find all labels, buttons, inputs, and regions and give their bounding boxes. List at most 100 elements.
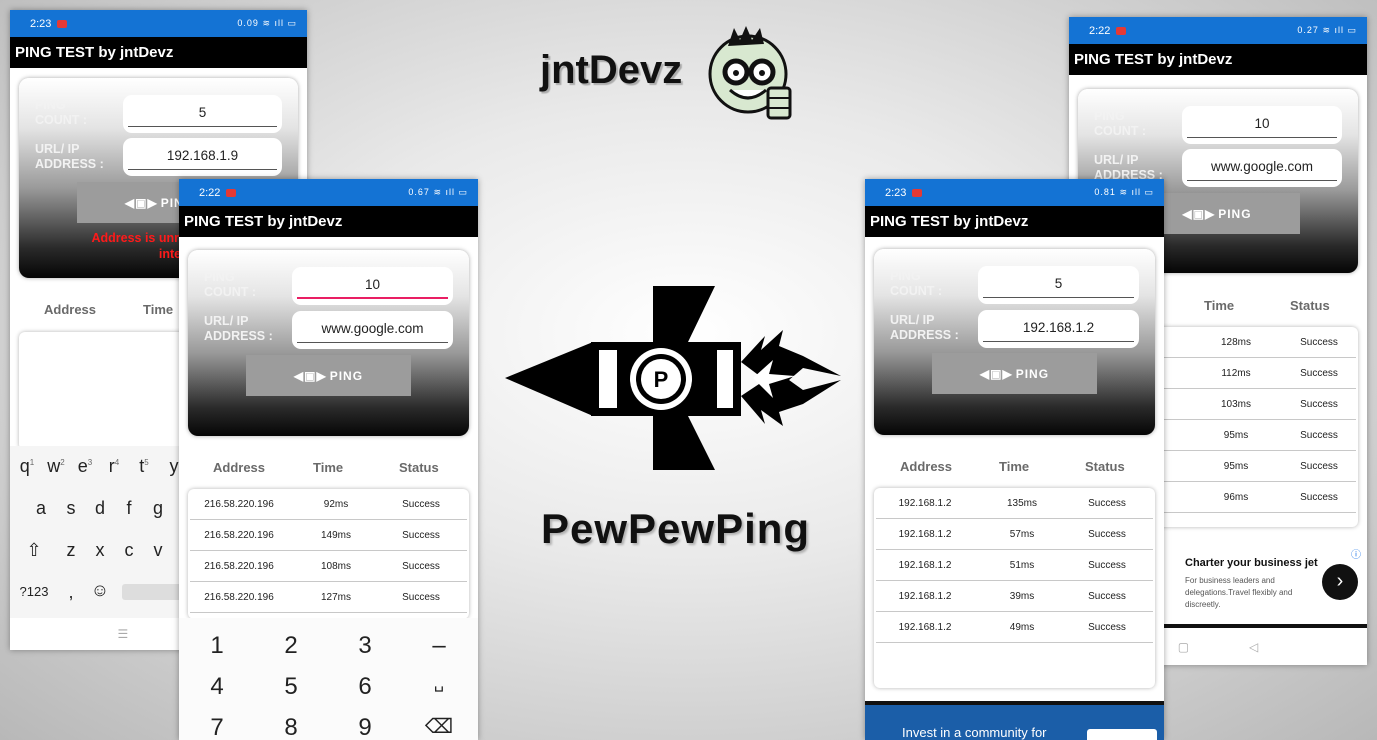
app-bar-title: PING TEST by jntDevz xyxy=(865,206,1164,237)
table-row: 192.168.1.2 57ms Success xyxy=(876,519,1153,550)
key-3[interactable]: 3 xyxy=(358,632,371,660)
status-bar: 2:23 0.09 ≋ ıll ▭ xyxy=(10,10,307,37)
phone-screenshot-2: 2:22 0.67 ≋ ıll ▭ PING TEST by jntDevz P… xyxy=(179,179,478,740)
key-4[interactable]: 4 xyxy=(210,673,223,701)
record-icon xyxy=(226,188,237,197)
column-header-time: Time xyxy=(999,459,1030,474)
column-header-address: Address xyxy=(213,460,266,475)
table-row: 216.58.220.196 149ms Success xyxy=(190,520,467,551)
column-header-status: Status xyxy=(399,460,439,475)
key-5[interactable]: 5 xyxy=(284,673,297,701)
ping-button[interactable]: ◀▣▶ PING xyxy=(932,353,1097,394)
emoji-key-icon[interactable]: ☺ xyxy=(91,580,109,601)
rocket-icon: ◀▣▶ xyxy=(979,366,1013,381)
shift-key-icon[interactable]: ⇧ xyxy=(26,540,41,561)
url-input[interactable]: www.google.com xyxy=(1182,149,1342,187)
key-9[interactable]: 9 xyxy=(358,714,371,740)
clock: 2:22 xyxy=(199,186,221,199)
status-bar: 2:22 0.67 ≋ ıll ▭ xyxy=(179,179,478,206)
key-7[interactable]: 7 xyxy=(210,714,223,740)
url-label: URL/ IP ADDRESS : xyxy=(35,142,104,171)
ad-info-icon[interactable]: ⓘ xyxy=(1351,546,1361,561)
column-header-status: Status xyxy=(1085,459,1125,474)
ping-count-label: PING COUNT : xyxy=(1094,109,1147,138)
ping-count-label: PING COUNT : xyxy=(35,98,88,127)
ad-body: For business leaders and delegations.Tra… xyxy=(1185,576,1293,609)
ad-banner[interactable]: Invest in a community for xyxy=(865,701,1164,740)
ping-count-input[interactable]: 5 xyxy=(978,266,1139,304)
record-icon xyxy=(912,188,923,197)
key-z[interactable]: z xyxy=(67,540,76,561)
key-a[interactable]: a xyxy=(36,498,46,519)
key-r[interactable]: r4 xyxy=(109,456,119,477)
rocket-icon: ◀▣▶ xyxy=(293,368,327,383)
record-icon xyxy=(1116,26,1127,35)
space-bar[interactable] xyxy=(122,584,182,600)
status-icons: 0.81 ≋ ıll ▭ xyxy=(1094,187,1154,197)
home-icon[interactable]: ▢ xyxy=(1178,640,1189,654)
url-label: URL/ IP ADDRESS : xyxy=(204,314,273,343)
table-row: 216.58.220.196 127ms Success xyxy=(190,582,467,613)
key-c[interactable]: c xyxy=(125,540,134,561)
ping-count-input[interactable]: 10 xyxy=(1182,106,1342,144)
key-x[interactable]: x xyxy=(96,540,105,561)
ping-count-input[interactable]: 10 xyxy=(292,267,453,305)
ping-form-card: PING COUNT : 10 URL/ IP ADDRESS : www.goog… xyxy=(188,250,469,436)
key-f[interactable]: f xyxy=(126,498,131,519)
record-icon xyxy=(57,19,68,28)
nerd-mascot-icon xyxy=(708,26,792,120)
table-row: 192.168.1.2 39ms Success xyxy=(876,581,1153,612)
ping-count-label: PING COUNT : xyxy=(890,269,943,298)
numeric-keypad[interactable]: 1 2 3 – 4 5 6 ␣ 7 8 9 ⌫ xyxy=(179,618,478,740)
key-6[interactable]: 6 xyxy=(358,673,371,701)
key-e[interactable]: e3 xyxy=(78,456,92,477)
key-d[interactable]: d xyxy=(95,498,105,519)
ping-form-card: PING COUNT : 5 URL/ IP ADDRESS : 192.168.1… xyxy=(874,249,1155,435)
app-bar-title: PING TEST by jntDevz xyxy=(10,37,307,68)
key-y[interactable]: y xyxy=(170,456,179,477)
column-header-address: Address xyxy=(900,459,953,474)
key-8[interactable]: 8 xyxy=(284,714,297,740)
results-table: 216.58.220.196 92ms Success 216.58.220.196… xyxy=(188,489,469,619)
key-g[interactable]: g xyxy=(153,498,163,519)
comma-key[interactable]: , xyxy=(68,582,73,603)
table-row: 216.58.220.196 108ms Success xyxy=(190,551,467,582)
rocket-icon: ◀▣▶ xyxy=(1182,206,1216,221)
status-icons: 0.67 ≋ ıll ▭ xyxy=(408,187,468,197)
space-key-icon[interactable]: ␣ xyxy=(434,673,444,693)
back-icon[interactable]: ◁ xyxy=(1249,640,1258,654)
ping-count-input[interactable]: 5 xyxy=(123,95,282,133)
url-label: URL/ IP ADDRESS : xyxy=(890,313,959,342)
ad-text: Invest in a community for xyxy=(902,725,1047,740)
recents-icon[interactable]: ☰ xyxy=(117,627,128,641)
backspace-icon[interactable]: ⌫ xyxy=(425,714,453,739)
status-icons: 0.09 ≋ ıll ▭ xyxy=(237,18,297,28)
minus-key[interactable]: – xyxy=(432,632,445,660)
url-input[interactable]: 192.168.1.2 xyxy=(978,310,1139,348)
url-input[interactable]: www.google.com xyxy=(292,311,453,349)
phone-screenshot-3: 2:23 0.81 ≋ ıll ▭ PING TEST by jntDevz P… xyxy=(865,179,1164,740)
key-t[interactable]: t5 xyxy=(139,456,148,477)
table-row: 192.168.1.2 51ms Success xyxy=(876,550,1153,581)
key-q[interactable]: q1 xyxy=(20,456,34,477)
clock: 2:23 xyxy=(30,17,52,30)
key-v[interactable]: v xyxy=(154,540,163,561)
table-row: 216.58.220.196 92ms Success xyxy=(190,489,467,520)
table-row: 192.168.1.2 49ms Success xyxy=(876,612,1153,643)
key-2[interactable]: 2 xyxy=(284,632,297,660)
clock: 2:22 xyxy=(1089,24,1111,37)
chevron-right-icon[interactable]: › xyxy=(1322,564,1358,600)
key-w[interactable]: w2 xyxy=(47,456,64,477)
brand-name: jntDevz xyxy=(540,48,683,92)
url-input[interactable]: 192.168.1.9 xyxy=(123,138,282,176)
column-header-time: Time xyxy=(1204,298,1235,313)
status-icons: 0.27 ≋ ıll ▭ xyxy=(1297,25,1357,35)
ad-cta-button[interactable] xyxy=(1087,729,1157,740)
table-row: 192.168.1.2 135ms Success xyxy=(876,488,1153,519)
clock: 2:23 xyxy=(885,186,907,199)
key-s[interactable]: s xyxy=(67,498,76,519)
key-1[interactable]: 1 xyxy=(210,632,223,660)
status-bar: 2:23 0.81 ≋ ıll ▭ xyxy=(865,179,1164,206)
symbols-key[interactable]: ?123 xyxy=(20,584,49,599)
ping-button[interactable]: ◀▣▶ PING xyxy=(246,355,411,396)
